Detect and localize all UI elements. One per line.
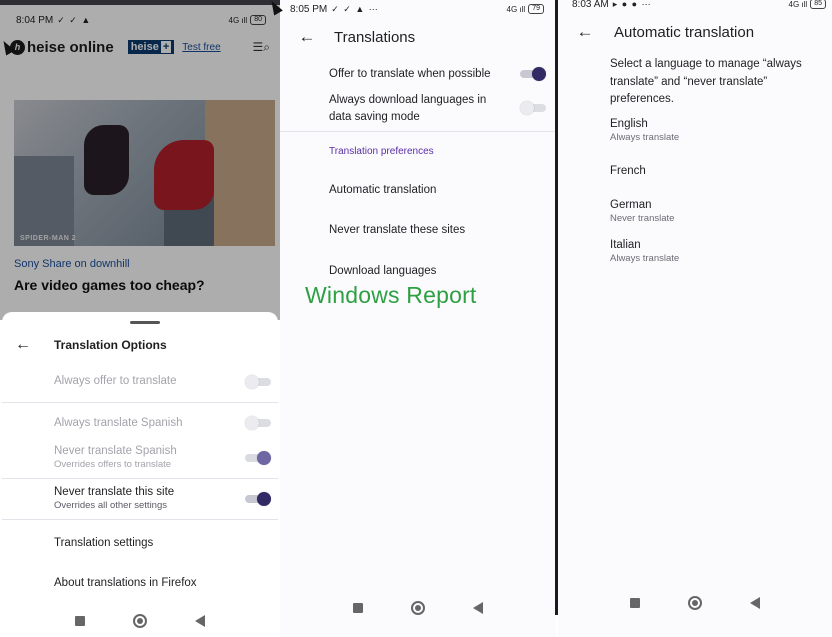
system-nav-bar	[2, 605, 278, 637]
never-translate-site-label: Never translate this site	[54, 486, 175, 498]
automatic-translation-item[interactable]: Automatic translation	[329, 182, 526, 199]
status-time: 8:05 PM	[290, 3, 328, 15]
drag-handle[interactable]	[130, 321, 160, 324]
always-offer-toggle[interactable]	[245, 375, 271, 389]
battery-indicator: 85	[810, 0, 826, 9]
always-translate-spanish-label: Always translate Spanish	[54, 417, 183, 429]
back-arrow-icon[interactable]: ←	[292, 27, 322, 47]
page-title: Automatic translation	[614, 23, 755, 41]
page-title: Translations	[334, 28, 416, 46]
download-languages-data-saving-toggle[interactable]	[520, 101, 546, 115]
divider	[2, 519, 278, 520]
status-bar: 8:05 PM ✓ ✓ ▲ ⋯ 4G ıll 79	[290, 1, 556, 17]
language-name: English	[610, 118, 648, 130]
language-name: French	[610, 165, 646, 177]
never-translate-sites-item[interactable]: Never translate these sites	[329, 222, 526, 239]
offer-to-translate-toggle[interactable]	[520, 67, 546, 81]
translations-settings-panel: 8:05 PM ✓ ✓ ▲ ⋯ 4G ıll 79 ← Translations…	[280, 0, 556, 637]
app-bar: ← Translations	[290, 22, 556, 52]
square-icon[interactable]	[353, 603, 363, 613]
download-languages-data-saving-label[interactable]: Always download languages in data saving…	[329, 92, 496, 126]
battery-indicator: 79	[528, 4, 544, 14]
never-translate-site-sub: Overrides all other settings	[54, 500, 167, 511]
language-item-french[interactable]: French	[610, 165, 646, 177]
system-nav-bar	[280, 592, 556, 624]
never-translate-spanish-option[interactable]: Never translate Spanish Overrides offers…	[54, 445, 270, 470]
scrim-overlay	[0, 0, 280, 320]
divider	[280, 131, 556, 132]
always-offer-label: Always offer to translate	[54, 375, 177, 387]
translation-preferences-header: Translation preferences	[329, 146, 434, 157]
language-item-english[interactable]: English Always translate	[610, 118, 679, 143]
app-bar: ← Automatic translation	[568, 17, 832, 47]
language-item-german[interactable]: German Never translate	[610, 199, 674, 224]
language-name: Italian	[610, 239, 641, 251]
language-pref: Always translate	[610, 253, 680, 264]
back-arrow-icon[interactable]: ←	[8, 336, 38, 354]
language-pref: Never translate	[610, 213, 675, 224]
square-icon[interactable]	[75, 616, 85, 626]
divider	[2, 478, 278, 479]
triangle-left-icon[interactable]	[195, 615, 205, 627]
offer-to-translate-label[interactable]: Offer to translate when possible	[329, 66, 526, 83]
sheet-title: Translation Options	[54, 338, 167, 352]
sheet-header: ← Translation Options	[2, 334, 278, 356]
triangle-left-icon[interactable]	[750, 597, 760, 609]
windows-report-watermark: Windows Report	[305, 282, 477, 308]
signal-indicator: 4G ıll	[788, 0, 808, 9]
window-top-edge	[0, 0, 280, 5]
square-icon[interactable]	[630, 598, 640, 608]
status-time: 8:03 AM	[572, 0, 609, 10]
signal-indicator: 4G ıll	[506, 4, 526, 14]
divider	[2, 402, 278, 403]
circle-icon[interactable]	[411, 601, 425, 615]
translation-settings-link[interactable]: Translation settings	[54, 537, 270, 549]
never-translate-spanish-toggle[interactable]	[245, 451, 271, 465]
never-translate-spanish-label: Never translate Spanish	[54, 445, 177, 457]
always-translate-spanish-toggle[interactable]	[245, 416, 271, 430]
triangle-left-icon[interactable]	[473, 602, 483, 614]
about-translations-link[interactable]: About translations in Firefox	[54, 577, 270, 589]
back-arrow-icon[interactable]: ←	[570, 22, 600, 42]
circle-icon[interactable]	[688, 596, 702, 610]
language-name: German	[610, 199, 652, 211]
description-text: Select a language to manage “always tran…	[610, 58, 802, 105]
never-translate-site-toggle[interactable]	[245, 492, 271, 506]
download-languages-item[interactable]: Download languages	[329, 263, 526, 280]
language-pref: Always translate	[610, 132, 680, 143]
status-icons: ✓ ✓ ▲ ⋯	[331, 3, 379, 14]
status-bar: 8:03 AM ▸ ● ● ⋯ 4G ıll 85	[572, 0, 832, 12]
circle-icon[interactable]	[133, 614, 147, 628]
always-translate-spanish-option[interactable]: Always translate Spanish	[54, 417, 270, 429]
never-translate-spanish-sub: Overrides offers to translate	[54, 459, 172, 470]
translation-options-sheet: ← Translation Options Always offer to tr…	[2, 312, 278, 637]
automatic-translation-panel: 8:03 AM ▸ ● ● ⋯ 4G ıll 85 ← Automatic tr…	[558, 0, 832, 637]
language-item-italian[interactable]: Italian Always translate	[610, 239, 679, 264]
status-icons: ▸ ● ● ⋯	[612, 0, 652, 9]
always-offer-option[interactable]: Always offer to translate	[54, 375, 270, 387]
never-translate-site-option[interactable]: Never translate this site Overrides all …	[54, 486, 270, 511]
system-nav-bar	[558, 587, 832, 619]
firefox-page-panel: 8:04 PM ✓ ✓ ▲ 4G ıll 80 h heise online h…	[0, 0, 280, 637]
